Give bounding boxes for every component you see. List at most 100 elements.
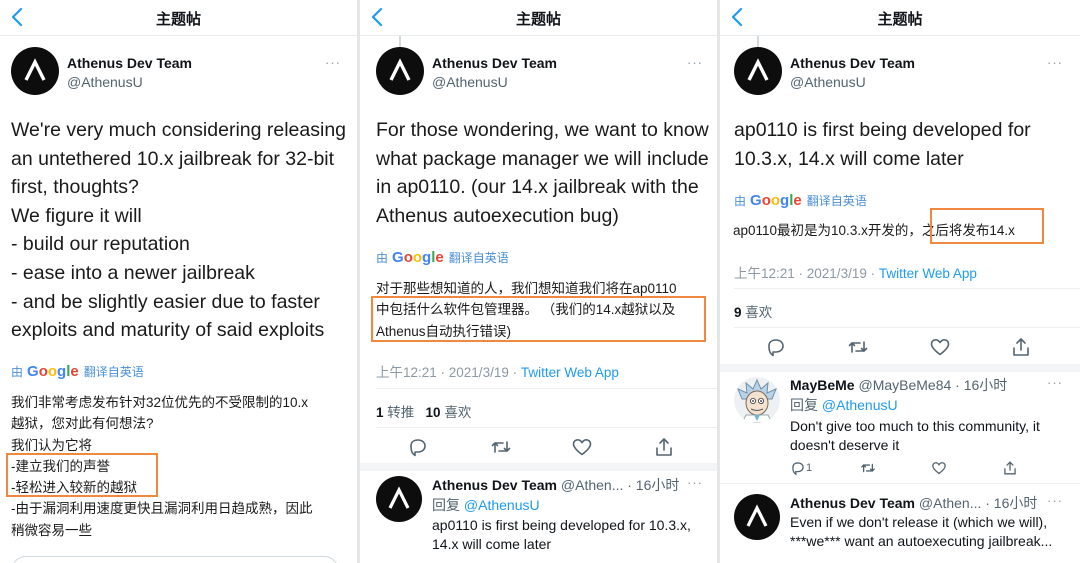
- reply-author-name[interactable]: MayBeMe: [790, 377, 855, 393]
- more-icon[interactable]: ···: [687, 475, 703, 490]
- translation-label[interactable]: 由 Google 翻译自英语: [11, 363, 144, 380]
- retweet-button[interactable]: [847, 336, 869, 358]
- highlight-box: [371, 296, 706, 342]
- tweet-line: Athenus autoexecution bug): [376, 204, 619, 227]
- replying-to-link[interactable]: @AthenusU: [464, 497, 540, 513]
- tweet-line: exploits and maturity of said exploits: [11, 319, 325, 342]
- divider: [376, 427, 717, 428]
- highlight-box: [930, 208, 1044, 244]
- translation-label[interactable]: 由 Google 翻译自英语: [734, 192, 867, 209]
- tweet-line: We're very much considering releasing: [11, 119, 347, 141]
- tweet-stats: 9 喜欢: [734, 301, 772, 321]
- partial-button[interactable]: [11, 556, 339, 563]
- author-name[interactable]: Athenus Dev Team: [432, 55, 557, 71]
- tweet-meta: 上午12:21 · 2021/3/19 · Twitter Web App: [376, 361, 619, 381]
- like-button[interactable]: [929, 336, 951, 358]
- reply-header[interactable]: MayBeMe @MayBeMe84 · 16小时: [790, 375, 1007, 395]
- translated-line: ap0110最初是为10.3.x开发的，: [733, 223, 922, 238]
- avatar[interactable]: [734, 47, 782, 95]
- replying-to-link[interactable]: @AthenusU: [822, 397, 898, 413]
- retweet-icon: [861, 463, 875, 473]
- tweet-line: first, thoughts?: [11, 176, 139, 199]
- cartoon-avatar-icon: [737, 378, 777, 423]
- reply-header[interactable]: Athenus Dev Team @Athen... · 16小时: [790, 493, 1037, 513]
- more-icon[interactable]: ···: [325, 55, 341, 70]
- tweet-line: what package manager we will include: [376, 147, 709, 170]
- thread-panel-3: 主题帖 Athenus Dev Team @AthenusU ··· ap011…: [720, 0, 1080, 563]
- more-icon[interactable]: ···: [687, 55, 703, 70]
- like-count[interactable]: 10: [426, 405, 441, 420]
- author-handle[interactable]: @AthenusU: [67, 74, 143, 90]
- avatar[interactable]: [376, 47, 424, 95]
- reply-author-name[interactable]: Athenus Dev Team: [790, 495, 915, 511]
- like-button[interactable]: [571, 436, 593, 458]
- translated-from: 翻译自英语: [83, 365, 144, 379]
- reply-share-button[interactable]: [1002, 460, 1018, 476]
- author-handle[interactable]: @AthenusU: [432, 74, 508, 90]
- athenus-logo-icon: [746, 504, 768, 527]
- like-label[interactable]: 喜欢: [742, 305, 772, 320]
- more-icon[interactable]: ···: [1047, 55, 1063, 70]
- share-button[interactable]: [1010, 336, 1032, 358]
- retweet-count[interactable]: 1: [376, 405, 384, 420]
- translate-icon: 由: [11, 365, 24, 379]
- reply-text: Don't give too much to this community, i…: [790, 417, 1040, 455]
- reply-reply-button[interactable]: 1: [790, 460, 812, 476]
- reply-handle-time: @MayBeMe84 · 16小时: [854, 377, 1008, 393]
- tweet-line: We figure it will: [11, 204, 142, 227]
- tweet-line: - and be slightly easier due to faster: [11, 290, 320, 313]
- reply-button[interactable]: [407, 436, 429, 458]
- reply-avatar[interactable]: [376, 476, 422, 522]
- translated-line: 我们非常考虑发布针对32位优先的不受限制的10.x: [11, 395, 309, 410]
- translation-label[interactable]: 由 Google 翻译自英语: [376, 249, 509, 266]
- retweet-icon: [848, 341, 868, 353]
- like-icon: [932, 462, 946, 475]
- timestamp: 上午12:21 · 2021/3/19 ·: [376, 365, 521, 380]
- athenus-logo-icon: [747, 58, 769, 81]
- reply-handle-time: @Athen... · 16小时: [557, 477, 680, 493]
- author-name[interactable]: Athenus Dev Team: [790, 55, 915, 71]
- more-icon[interactable]: ···: [1047, 375, 1063, 390]
- tweet-text: For those wondering, we want to know wha…: [376, 116, 709, 230]
- reply-button[interactable]: [765, 336, 787, 358]
- like-icon: [930, 339, 950, 356]
- tweet-line: an untethered 10.x jailbreak for 32-bit: [11, 147, 335, 170]
- tweet-line: 10.3.x, 14.x will come later: [734, 147, 964, 170]
- share-icon: [1013, 338, 1029, 356]
- retweet-button[interactable]: [490, 436, 512, 458]
- top-bar: 主题帖: [0, 0, 357, 36]
- reply-like-button[interactable]: [931, 460, 947, 476]
- tweet-line: - ease into a newer jailbreak: [11, 261, 255, 284]
- translated-line: 越狱，您对此有何想法?: [11, 416, 154, 432]
- reply-retweet-button[interactable]: [860, 460, 876, 476]
- tweet-line: in ap0110. (our 14.x jailbreak with the: [376, 176, 699, 199]
- avatar[interactable]: [11, 47, 59, 95]
- more-icon[interactable]: ···: [1047, 493, 1063, 508]
- thread-connector: [399, 36, 401, 47]
- reply-author-name[interactable]: Athenus Dev Team: [432, 477, 557, 493]
- reply-header[interactable]: Athenus Dev Team @Athen... · 16小时: [432, 475, 679, 495]
- tweet-line: ap0110 is first being developed for: [734, 119, 1031, 141]
- reply-icon: [410, 439, 426, 457]
- share-button[interactable]: [653, 436, 675, 458]
- athenus-logo-icon: [388, 486, 410, 509]
- translated-from: 翻译自英语: [806, 194, 867, 208]
- reply-line: ***we*** want an autoexecuting jailbreak…: [790, 533, 1053, 549]
- divider: [376, 388, 717, 389]
- like-count[interactable]: 9: [734, 305, 742, 320]
- like-label[interactable]: 喜欢: [441, 405, 471, 420]
- reply-avatar[interactable]: [734, 494, 780, 540]
- reply-line: ap0110 is first being developed for 10.3…: [432, 517, 691, 533]
- author-name[interactable]: Athenus Dev Team: [67, 55, 192, 71]
- source-app-link[interactable]: Twitter Web App: [879, 266, 977, 281]
- reply-line: doesn't deserve it: [790, 437, 900, 453]
- replying-to: 回复 @AthenusU: [432, 495, 540, 515]
- replying-label: 回复: [790, 397, 822, 413]
- reply-handle-time: @Athen... · 16小时: [915, 495, 1038, 511]
- reply-avatar[interactable]: [734, 377, 780, 423]
- retweet-label[interactable]: 转推: [384, 405, 414, 420]
- author-handle[interactable]: @AthenusU: [790, 74, 866, 90]
- replying-label: 回复: [432, 497, 464, 513]
- divider: [734, 327, 1080, 328]
- source-app-link[interactable]: Twitter Web App: [521, 365, 619, 380]
